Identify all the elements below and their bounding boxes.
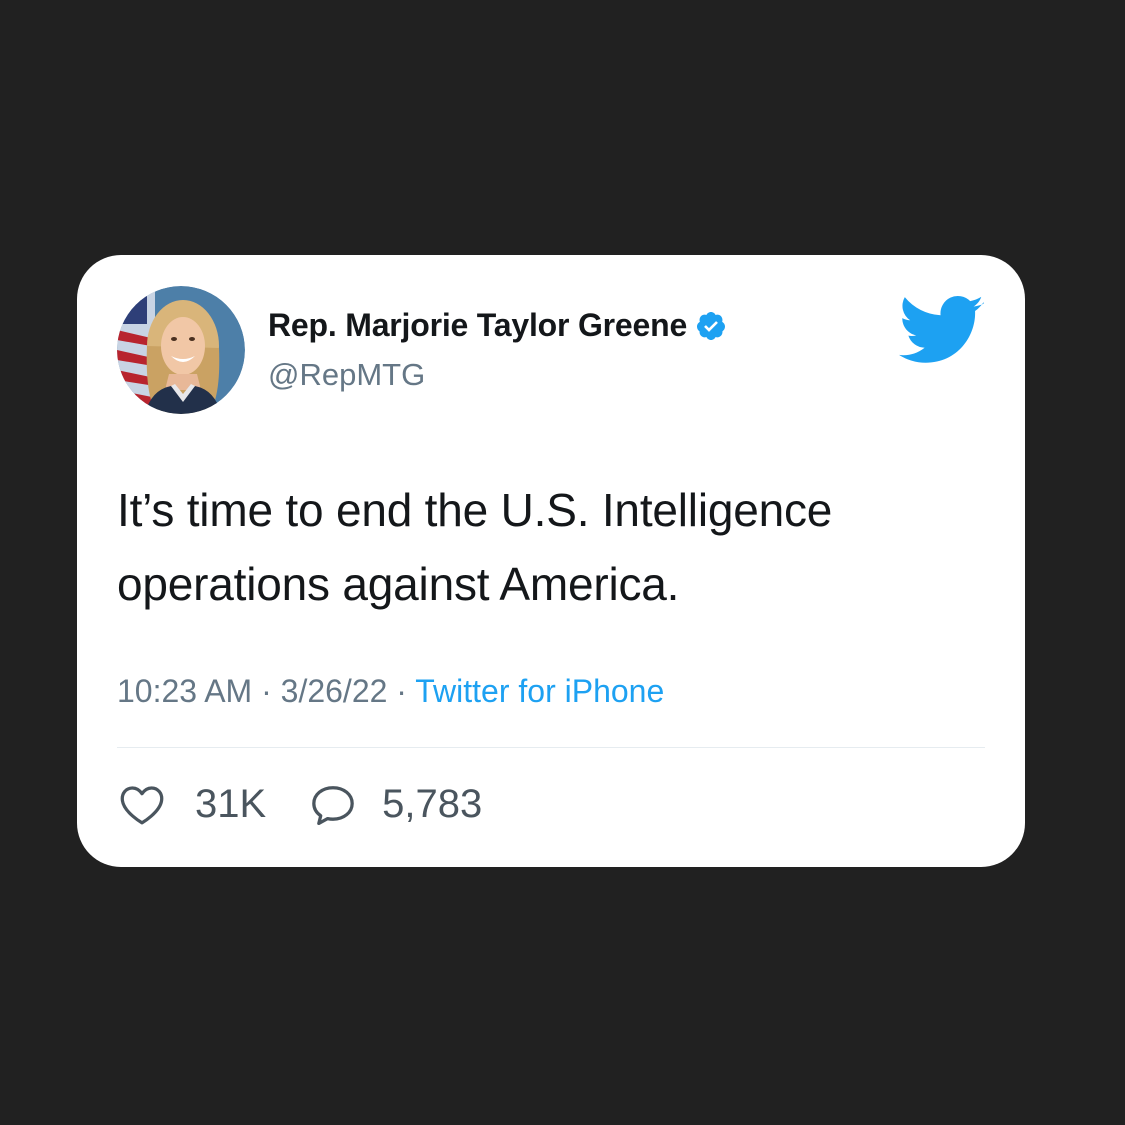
speech-bubble-icon[interactable] (310, 783, 356, 827)
divider (117, 747, 985, 748)
author-handle[interactable]: @RepMTG (268, 357, 425, 393)
tweet-meta: 10:23 AM · 3/26/22 · Twitter for iPhone (117, 673, 664, 710)
tweet-text-line: It’s time to end the U.S. Intelligence (117, 484, 833, 536)
author-name[interactable]: Rep. Marjorie Taylor Greene (268, 307, 687, 344)
reply-button[interactable]: 5,783 (310, 782, 482, 827)
heart-icon[interactable] (119, 783, 165, 827)
like-button[interactable]: 31K (119, 782, 266, 827)
twitter-bird-icon (899, 295, 985, 367)
meta-separator: · (252, 673, 281, 709)
tweet-text: It’s time to end the U.S. Intelligence o… (117, 473, 997, 621)
tweet-time[interactable]: 10:23 AM (117, 673, 252, 709)
reply-count: 5,783 (382, 782, 483, 826)
tweet-source-link[interactable]: Twitter for iPhone (415, 673, 664, 709)
verified-badge-icon (695, 310, 727, 342)
tweet-card: Rep. Marjorie Taylor Greene @RepMTG It’s… (77, 255, 1025, 867)
tweet-actions: 31K 5,783 (119, 782, 526, 827)
tweet-date[interactable]: 3/26/22 (281, 673, 388, 709)
author-name-row[interactable]: Rep. Marjorie Taylor Greene (268, 307, 727, 344)
like-count: 31K (195, 782, 267, 826)
avatar[interactable] (117, 286, 245, 414)
tweet-text-line: operations against America. (117, 558, 680, 610)
meta-separator: · (387, 673, 416, 709)
avatar-photo (117, 286, 245, 414)
